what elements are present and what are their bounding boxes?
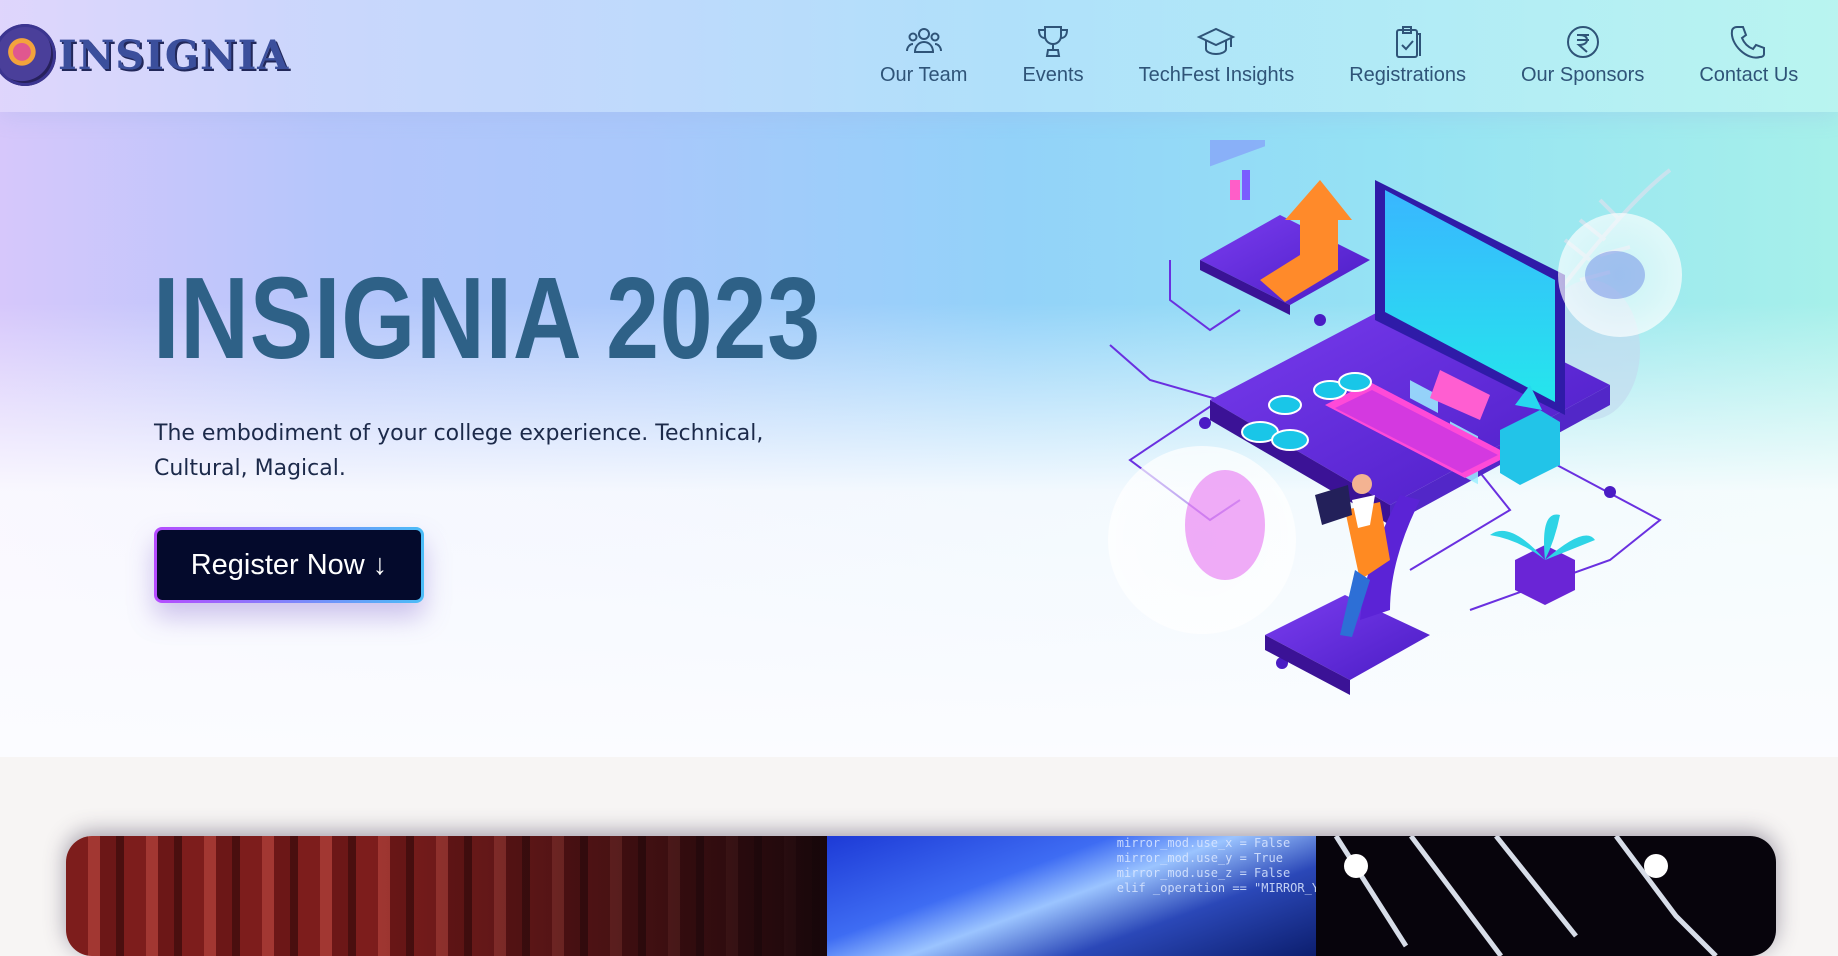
graduation-cap-icon bbox=[1197, 27, 1236, 56]
hero-subtitle: The embodiment of your college experienc… bbox=[154, 421, 764, 481]
nav-item-contact-us[interactable]: Contact Us bbox=[1699, 22, 1798, 87]
logo-text: INSIGNIA bbox=[58, 31, 290, 79]
gallery-image-circuit bbox=[1316, 836, 1776, 956]
gallery-image-curtain bbox=[66, 836, 827, 956]
code-line: mirror_mod.use_x = False bbox=[1116, 836, 1291, 850]
event-gallery: mirror_mod.use_x = False mirror_mod.use_… bbox=[66, 836, 1776, 956]
phone-icon bbox=[1730, 26, 1765, 59]
nav-label: Our Sponsors bbox=[1520, 64, 1645, 86]
code-line: elif _operation == "MIRROR_Y" bbox=[1116, 881, 1316, 895]
nav-label: Events bbox=[1022, 64, 1084, 86]
nav-label: Registrations bbox=[1349, 64, 1466, 86]
hero-section: INSIGNIA Our Team Events TechFest Insigh… bbox=[0, 0, 1838, 757]
nav-item-our-team[interactable]: Our Team bbox=[880, 22, 967, 87]
navbar: INSIGNIA Our Team Events TechFest Insigh… bbox=[0, 0, 1838, 112]
gallery-code-text: mirror_mod.use_x = False mirror_mod.use_… bbox=[1117, 836, 1316, 896]
nav-item-events[interactable]: Events bbox=[1022, 22, 1084, 87]
code-line: mirror_mod.use_z = False bbox=[1116, 866, 1291, 880]
workspace-illustration bbox=[1108, 140, 1682, 695]
hero-title: INSIGNIA 2023 bbox=[153, 253, 821, 383]
gallery-image-code: mirror_mod.use_x = False mirror_mod.use_… bbox=[826, 836, 1316, 956]
logo-icon bbox=[0, 24, 56, 86]
nav-label: Contact Us bbox=[1699, 64, 1799, 86]
trophy-icon bbox=[1038, 26, 1069, 57]
register-now-button[interactable]: Register Now ↓ bbox=[154, 527, 424, 603]
circuit-lines bbox=[1333, 836, 1718, 956]
nav-item-techfest-insights[interactable]: TechFest Insights bbox=[1138, 22, 1295, 87]
main-nav: Our Team Events TechFest Insights Regist… bbox=[880, 22, 1838, 87]
code-line: mirror_mod.use_y = True bbox=[1116, 851, 1283, 865]
nav-label: Our Team bbox=[880, 64, 968, 86]
nav-item-registrations[interactable]: Registrations bbox=[1349, 22, 1466, 87]
clipboard-check-icon bbox=[1395, 26, 1421, 58]
site-logo[interactable]: INSIGNIA bbox=[0, 24, 289, 86]
team-icon bbox=[905, 28, 942, 53]
nav-item-our-sponsors[interactable]: Our Sponsors bbox=[1521, 22, 1644, 87]
nav-label: TechFest Insights bbox=[1138, 64, 1295, 86]
rupee-icon bbox=[1566, 26, 1599, 58]
